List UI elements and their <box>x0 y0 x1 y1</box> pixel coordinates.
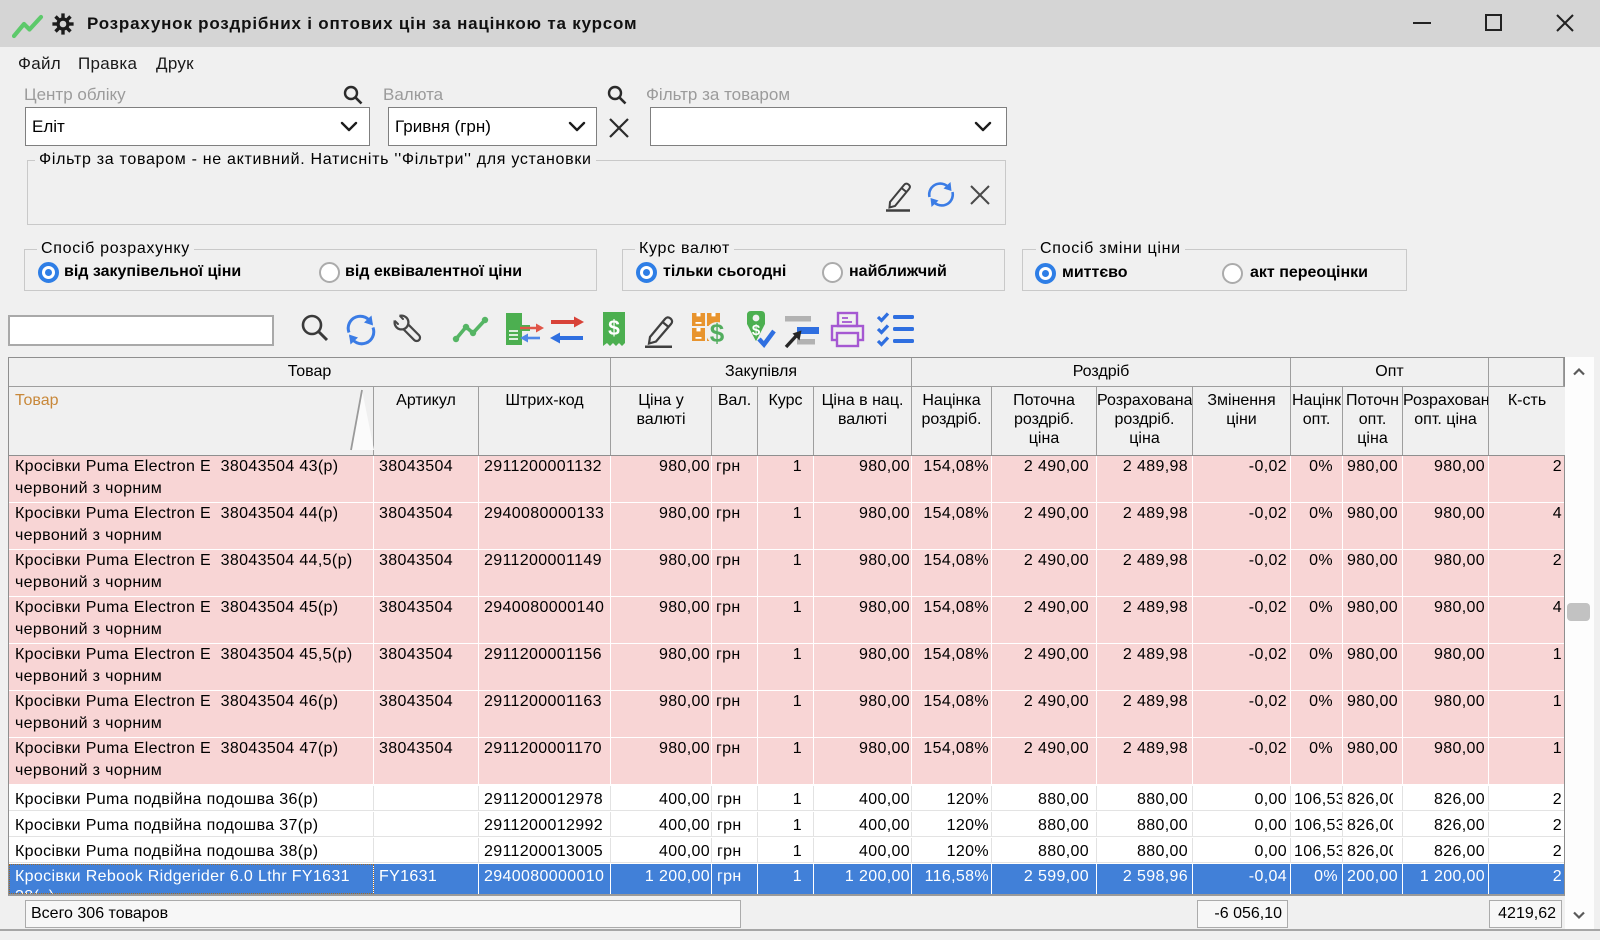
svg-text:$: $ <box>752 322 761 339</box>
svg-text:$: $ <box>710 318 725 348</box>
svg-text:$: $ <box>608 317 620 340</box>
